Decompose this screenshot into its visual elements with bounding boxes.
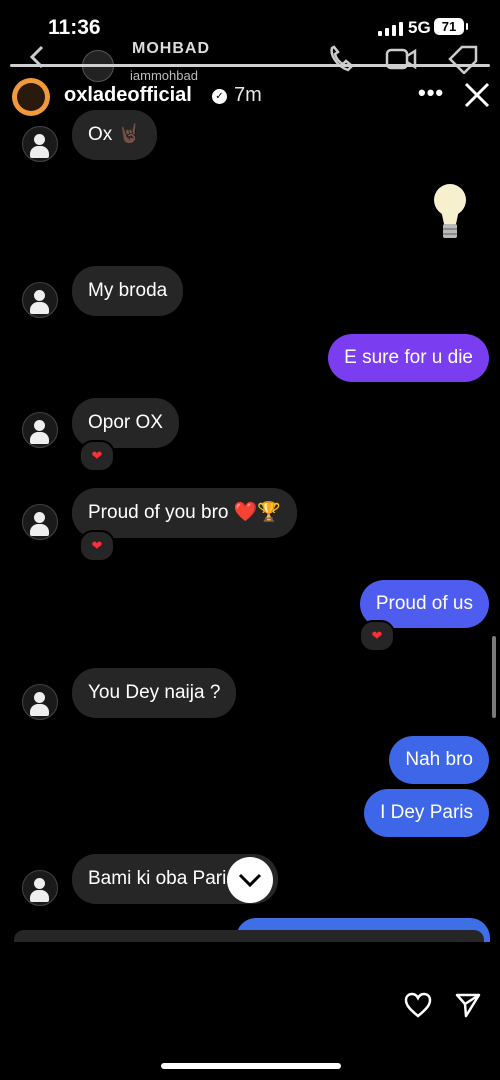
reaction-badge[interactable]: ❤ [359,620,395,652]
more-options-button[interactable]: ••• [418,80,444,106]
heart-outline-icon[interactable] [404,992,432,1018]
story-progress-bar [10,64,490,67]
outgoing-message: E sure for u die [328,334,489,382]
sender-avatar [22,282,58,318]
sender-avatar [22,126,58,162]
background-chat-name: MOHBAD [132,40,210,57]
send-icon[interactable] [455,992,481,1018]
tag-icon [448,45,478,74]
story-username[interactable]: oxladeofficial [64,84,192,107]
story-time: 7m [234,84,262,106]
background-chat-handle: iammohbad [130,68,198,83]
light-bulb-emoji [434,184,466,238]
phone-icon [330,45,354,72]
signal-icon [378,22,403,36]
outgoing-message: Nah bro [389,736,489,784]
reaction-badge[interactable]: ❤ [79,530,115,562]
story-avatar[interactable] [12,78,50,116]
home-indicator [161,1063,341,1069]
video-icon [385,48,417,70]
verified-badge-icon: ✓ [212,89,227,104]
incoming-message: You Dey naija ? [72,668,237,718]
outgoing-message: I Dey Paris [364,789,489,837]
status-time: 11:36 [48,16,101,39]
battery-indicator: 71 [434,18,468,35]
network-type: 5G [408,18,431,37]
reaction-badge[interactable]: ❤ [79,440,115,472]
sender-avatar [22,684,58,720]
chevron-down-icon [238,873,262,888]
scroll-down-button[interactable] [227,857,273,903]
incoming-message: My broda [72,266,184,316]
close-icon[interactable] [462,80,492,110]
sender-avatar [22,870,58,906]
sender-avatar [22,504,58,540]
sender-avatar [22,412,58,448]
incoming-message: Ox 🤘🏿 [72,110,158,160]
partial-incoming-message [14,930,484,942]
scrollbar[interactable] [492,636,496,718]
